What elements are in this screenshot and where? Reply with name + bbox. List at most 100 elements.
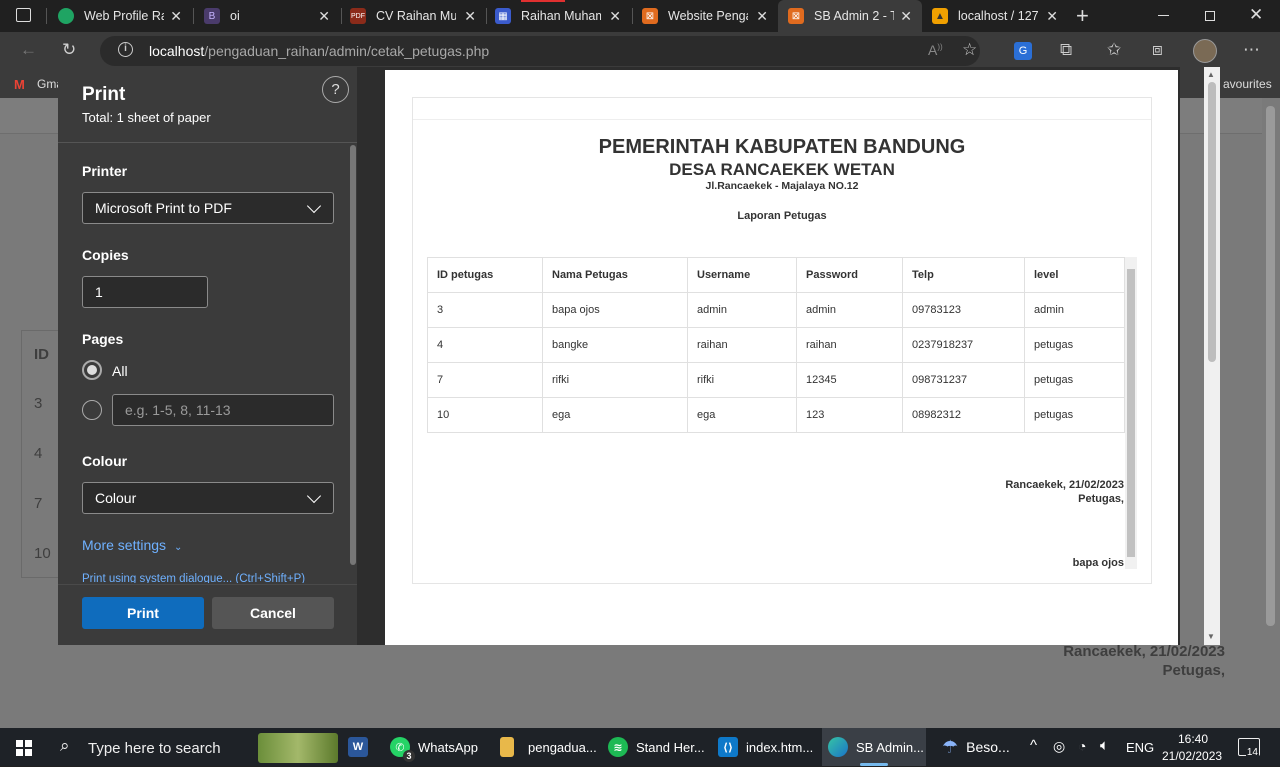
extensions-icon[interactable]: ⧉	[1060, 40, 1072, 60]
tab-localhost[interactable]: ▲ localhost / 127 ✕	[932, 0, 1068, 32]
pages-all-radio[interactable]	[82, 360, 102, 380]
pages-label: Pages	[82, 331, 124, 347]
notification-center-icon[interactable]: 14	[1238, 738, 1260, 758]
new-tab-icon[interactable]: +	[1076, 3, 1089, 29]
taskbar-whatsapp[interactable]: ✆ 3 WhatsApp	[390, 728, 478, 766]
help-button[interactable]: ?	[322, 76, 349, 103]
tab-cv-raihan[interactable]: PDF CV Raihan Muh ✕	[350, 0, 486, 32]
edge-icon	[828, 737, 848, 757]
address-bar[interactable]: i localhost/pengaduan_raihan/admin/cetak…	[100, 36, 980, 66]
pdf-icon: PDF	[350, 8, 366, 24]
tab-raihan-muham[interactable]: ▦ Raihan Muham ✕	[495, 0, 631, 32]
url-path: /pengaduan_raihan/admin/cetak_petugas.ph…	[204, 43, 490, 59]
signature-role: Petugas,	[1078, 493, 1124, 505]
info-icon[interactable]: i	[118, 42, 133, 57]
taskbar-file-explorer[interactable]: pengadua...	[500, 728, 597, 766]
page-scrollbar[interactable]	[1262, 98, 1280, 728]
close-tab-icon[interactable]: ✕	[756, 8, 768, 25]
cancel-button[interactable]: Cancel	[212, 597, 334, 629]
report-address: Jl.Rancaekek - Majalaya NO.12	[705, 180, 859, 192]
close-tab-icon[interactable]: ✕	[170, 8, 182, 25]
tab-oi[interactable]: B oi ✕	[204, 0, 340, 32]
xampp-icon: ⊠	[642, 8, 658, 24]
weather-rain-icon: ☂	[942, 736, 959, 757]
colour-select[interactable]: Colour	[82, 482, 334, 514]
word-icon: W	[348, 737, 368, 757]
close-tab-icon[interactable]: ✕	[609, 8, 621, 25]
minimize-icon[interactable]	[1158, 15, 1169, 16]
more-settings-link[interactable]: More settings ⌄	[82, 537, 182, 553]
printer-select[interactable]: Microsoft Print to PDF	[82, 192, 334, 224]
close-window-icon[interactable]: ✕	[1249, 5, 1263, 25]
table-row: 4 bangke raihan raihan 0237918237 petuga…	[427, 327, 1125, 363]
favorites-icon[interactable]: ✩	[1107, 40, 1121, 60]
printer-label: Printer	[82, 163, 128, 179]
chevron-down-icon: ⌄	[173, 542, 183, 553]
vscode-icon: ⟨⟩	[718, 737, 738, 757]
close-tab-icon[interactable]: ✕	[464, 8, 476, 25]
panel-scrollbar[interactable]	[350, 145, 356, 565]
show-hidden-icons[interactable]: ^	[1030, 737, 1037, 754]
taskbar-spotify[interactable]: ≋ Stand Her...	[608, 728, 705, 766]
copies-label: Copies	[82, 247, 129, 263]
tab-favicon-icon: B	[204, 8, 220, 24]
print-title: Print	[82, 84, 126, 105]
refresh-icon[interactable]: ↻	[62, 40, 76, 60]
close-tab-icon[interactable]: ✕	[318, 8, 330, 25]
tab-web-profile[interactable]: Web Profile Rai ✕	[58, 0, 192, 32]
favorite-star-icon[interactable]: ☆	[962, 40, 977, 60]
signature-name: bapa ojos	[1072, 557, 1124, 569]
signature-date: Rancaekek, 21/02/2023	[1005, 479, 1124, 491]
close-tab-icon[interactable]: ✕	[1046, 8, 1058, 25]
close-tab-icon[interactable]: ✕	[900, 8, 912, 25]
bookmark-other-favourites[interactable]: avourites	[1223, 77, 1272, 91]
report-title-regency: PEMERINTAH KABUPATEN BANDUNG	[598, 136, 966, 158]
taskbar-word[interactable]: W	[348, 728, 376, 766]
clock-date[interactable]: 21/02/2023	[1162, 749, 1222, 763]
translate-icon[interactable]: G	[1014, 42, 1032, 60]
taskbar-search[interactable]: ⌕ Type here to search	[48, 728, 254, 766]
profile-avatar[interactable]	[1193, 39, 1217, 63]
report-document: PEMERINTAH KABUPATEN BANDUNG DESA RANCAE…	[412, 97, 1152, 584]
print-settings-panel: Print Total: 1 sheet of paper ? Printer …	[58, 67, 357, 645]
chevron-down-icon	[306, 488, 322, 504]
preview-scrollbar[interactable]: ▲ ▼	[1204, 67, 1220, 645]
xampp-icon: ⊠	[788, 8, 804, 24]
background-date: Rancaekek, 21/02/2023	[1063, 643, 1225, 660]
volume-icon[interactable]: 🔈︎	[1100, 737, 1109, 754]
network-icon[interactable]: ◔	[1078, 738, 1086, 754]
table-header-row: ID petugas Nama Petugas Username Passwor…	[427, 257, 1125, 293]
colour-label: Colour	[82, 453, 128, 469]
background-id-header: ID	[34, 346, 49, 363]
read-aloud-icon[interactable]: A))	[928, 42, 943, 58]
search-icon: ⌕	[60, 736, 70, 755]
phpmyadmin-icon: ▲	[932, 8, 948, 24]
meet-now-icon[interactable]: ◎	[1053, 738, 1065, 755]
taskbar-vscode[interactable]: ⟨⟩ index.htm...	[718, 728, 813, 766]
background-role: Petugas,	[1162, 662, 1225, 679]
spotify-icon: ≋	[608, 737, 628, 757]
report-subtitle: Laporan Petugas	[737, 210, 827, 222]
pages-all-label: All	[112, 363, 128, 379]
tab-sb-admin[interactable]: ⊠ SB Admin 2 - Ta ✕	[778, 0, 922, 32]
language-indicator[interactable]: ENG	[1126, 740, 1154, 755]
back-icon[interactable]: ←	[20, 40, 37, 60]
news-widget-icon[interactable]	[258, 733, 338, 763]
clock-time[interactable]: 16:40	[1178, 732, 1208, 746]
report-title-village: DESA RANCAEKEK WETAN	[669, 160, 895, 179]
print-total: Total: 1 sheet of paper	[82, 110, 211, 125]
pages-custom-radio[interactable]	[82, 400, 102, 420]
tab-strip: Web Profile Rai ✕ B oi ✕ PDF CV Raihan M…	[0, 0, 1280, 32]
tab-website-pengaduan[interactable]: ⊠ Website Pengad ✕	[642, 0, 778, 32]
collections-icon[interactable]: ⧈	[1152, 40, 1163, 60]
print-button[interactable]: Print	[82, 597, 204, 629]
more-menu-icon[interactable]: ⋯	[1243, 40, 1260, 60]
windows-start-icon[interactable]	[16, 740, 32, 756]
taskbar-edge[interactable]: SB Admin...	[822, 728, 926, 766]
pages-range-input[interactable]: e.g. 1-5, 8, 11-13	[112, 394, 334, 426]
system-dialog-link[interactable]: Print using system dialogue... (Ctrl+Shi…	[82, 573, 305, 583]
taskbar-weather[interactable]: ☂ Beso...	[942, 728, 1010, 766]
restore-icon[interactable]	[1205, 11, 1215, 21]
tab-actions-icon[interactable]	[16, 8, 31, 22]
copies-input[interactable]: 1	[82, 276, 208, 308]
